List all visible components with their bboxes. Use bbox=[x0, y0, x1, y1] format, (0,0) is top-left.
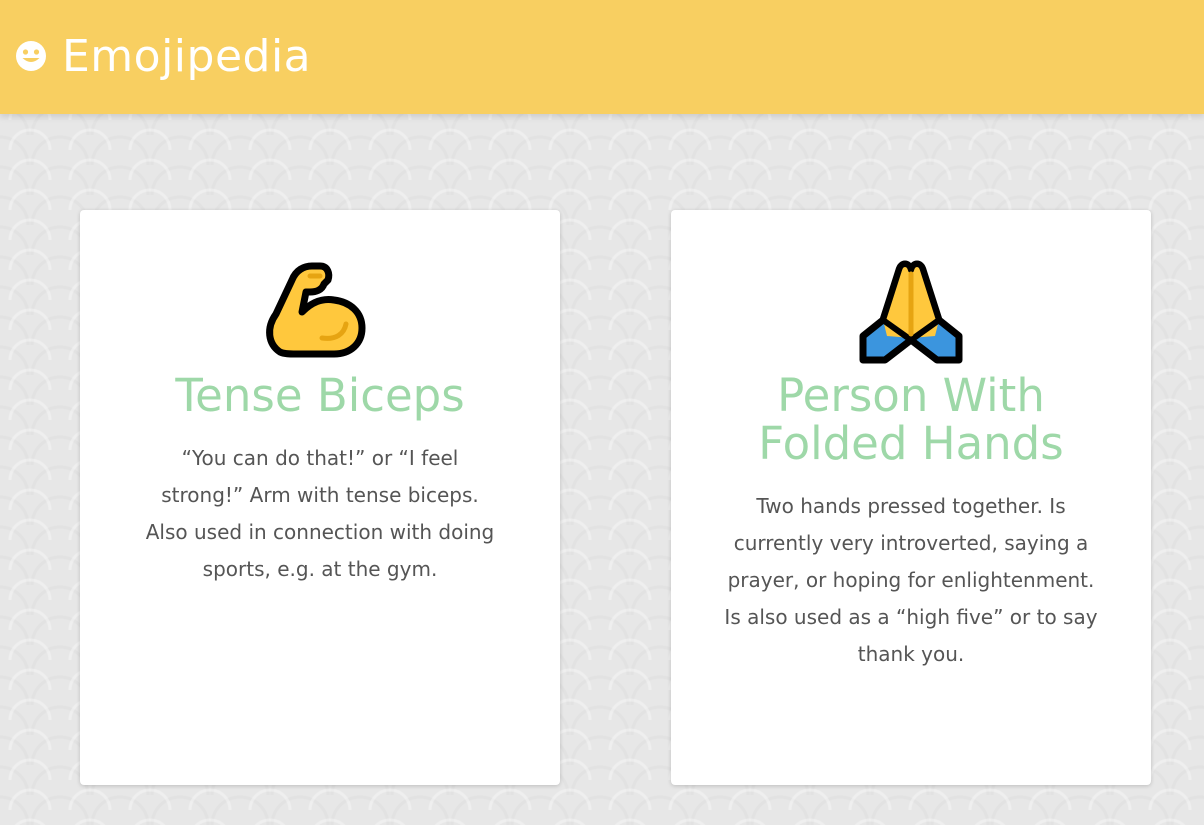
card-title: Person With Folded Hands bbox=[758, 369, 1064, 470]
emoji-card-tense-biceps: Tense Biceps “You can do that!” or “I fe… bbox=[80, 210, 560, 785]
folded-hands-icon bbox=[853, 250, 969, 366]
card-title: Tense Biceps bbox=[175, 369, 465, 422]
site-title[interactable]: Emojipedia bbox=[62, 31, 311, 82]
card-description: Two hands pressed together. Is currently… bbox=[724, 494, 1098, 666]
card-description: “You can do that!” or “I feel strong!” A… bbox=[145, 446, 495, 581]
emoji-card-folded-hands: Person With Folded Hands Two hands press… bbox=[671, 210, 1151, 785]
header-bar: Emojipedia bbox=[0, 0, 1204, 114]
flexed-biceps-icon bbox=[262, 250, 378, 366]
smiley-icon bbox=[14, 39, 48, 73]
